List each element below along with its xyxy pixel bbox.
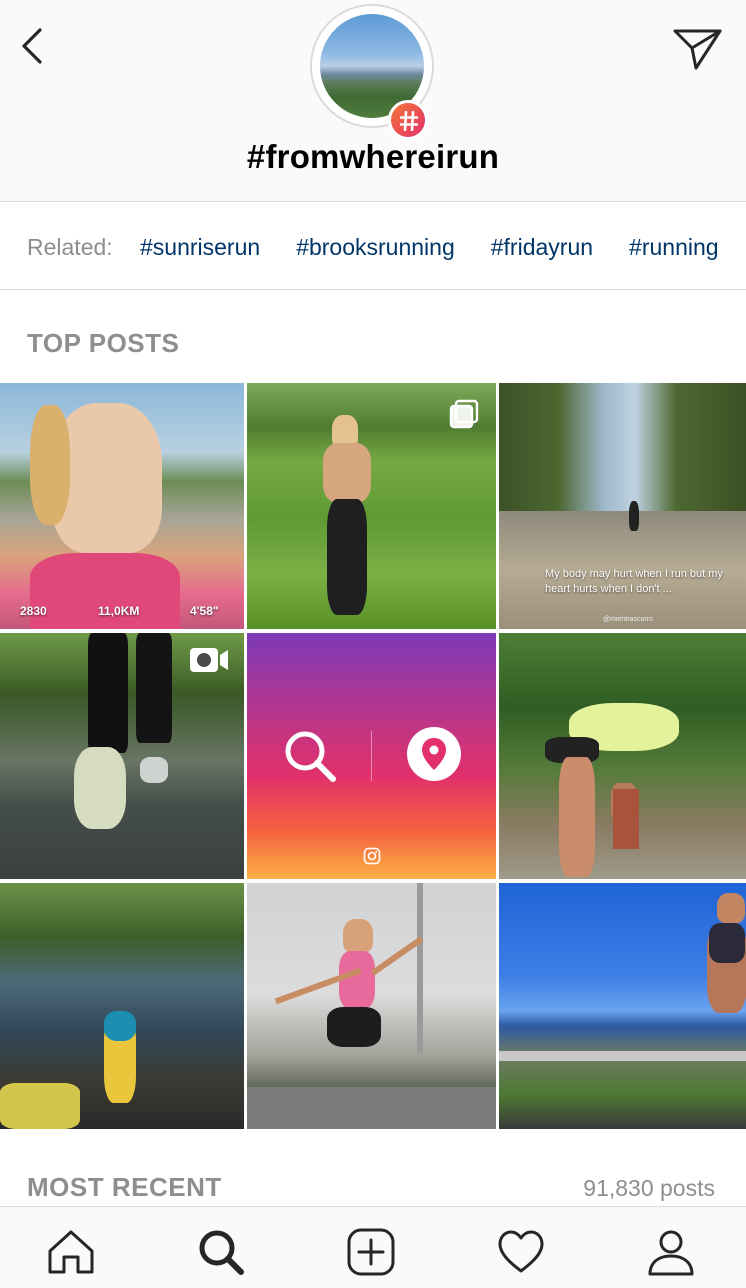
search-icon [199, 1230, 244, 1275]
post-thumbnail[interactable] [0, 883, 244, 1129]
hashtag-badge [388, 100, 428, 140]
post-quote-text: My body may hurt when I run but my heart… [545, 568, 723, 595]
person-icon [648, 1230, 694, 1276]
tab-new-post[interactable] [346, 1227, 396, 1277]
related-tag[interactable]: #brooksrunning [296, 234, 455, 261]
plus-square-icon [347, 1228, 395, 1276]
post-count: 91,830 posts [583, 1175, 715, 1201]
post-stat-distance: 11,0KM [98, 604, 140, 618]
promo-divider [371, 731, 372, 781]
related-tag[interactable]: #fridayrun [491, 234, 593, 261]
post-thumbnail[interactable] [499, 633, 746, 879]
post-thumbnail[interactable] [0, 633, 244, 879]
direct-message-button[interactable] [672, 24, 724, 72]
hashtag-icon [400, 111, 418, 131]
location-pin-icon [422, 738, 446, 770]
location-pin-button [407, 727, 461, 781]
instagram-icon [363, 847, 381, 865]
explore-promo-tile[interactable] [247, 633, 496, 879]
related-tags-bar: Related: #sunriserun #brooksrunning #frida… [0, 203, 746, 290]
heart-icon [498, 1230, 544, 1273]
tab-home[interactable] [46, 1227, 96, 1277]
related-tag[interactable]: #sunriserun [140, 234, 260, 261]
tab-profile[interactable] [646, 1227, 696, 1277]
video-icon [190, 648, 228, 672]
post-thumbnail[interactable] [247, 883, 496, 1129]
tab-activity[interactable] [496, 1227, 546, 1277]
post-stat-steps: 2830 [20, 604, 47, 618]
hashtag-avatar[interactable] [310, 4, 434, 140]
back-button[interactable] [14, 26, 54, 66]
bottom-tab-bar [0, 1206, 746, 1288]
post-credit-text: @mientrascorro [603, 616, 653, 623]
paper-plane-icon [673, 29, 722, 70]
top-posts-grid: 2830 11,0KM 4'58" My body may hurt when … [0, 383, 746, 1133]
chevron-left-icon [22, 28, 42, 64]
tab-search[interactable] [196, 1227, 246, 1277]
related-label: Related: [27, 234, 113, 260]
related-tags-list: #sunriserun #brooksrunning #fridayrun #runn… [140, 234, 746, 261]
home-icon [48, 1230, 94, 1274]
post-thumbnail[interactable]: 2830 11,0KM 4'58" [0, 383, 244, 629]
post-thumbnail[interactable] [247, 383, 496, 629]
top-posts-heading: TOP POSTS [27, 328, 180, 358]
post-thumbnail[interactable]: My body may hurt when I run but my heart… [499, 383, 746, 629]
most-recent-heading: MOST RECENT [27, 1172, 222, 1202]
post-thumbnail[interactable] [499, 883, 746, 1129]
hashtag-title: #fromwhereirun [246, 138, 500, 175]
post-stat-pace: 4'58" [190, 604, 219, 618]
hashtag-header: #fromwhereirun [0, 0, 746, 202]
search-icon [285, 731, 336, 782]
carousel-icon [449, 399, 479, 429]
related-tag[interactable]: #running [629, 234, 719, 261]
